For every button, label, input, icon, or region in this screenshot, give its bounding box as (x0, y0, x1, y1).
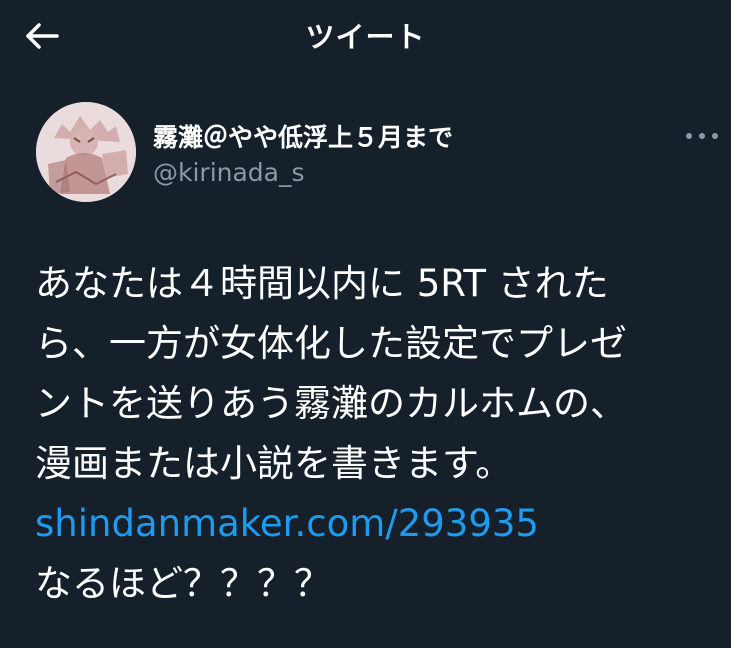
avatar[interactable] (36, 102, 136, 202)
more-options-button[interactable] (682, 124, 722, 148)
more-horizontal-icon (686, 133, 718, 139)
tweet-text-line: ら、一方が女体化した設定でプレゼ (35, 322, 627, 365)
tweet-text-line: なるほど？？？？ (35, 562, 331, 605)
top-bar: ツイート (0, 0, 731, 72)
tweet-text-line: あなたは４時間以内に 5RT された (35, 262, 609, 305)
tweet-text-line: ントを送りあう霧灘のカルホムの、 (35, 382, 627, 425)
user-handle[interactable]: @kirinada_s (153, 158, 305, 187)
tweet-text-line: 漫画または小説を書きます。 (35, 442, 513, 485)
avatar-image (36, 102, 136, 202)
page-title: ツイート (305, 20, 426, 54)
display-name[interactable]: 霧灘＠やや低浮上５月まで (153, 118, 453, 154)
tweet-link[interactable]: shindanmaker.com/293935 (35, 494, 725, 554)
tweet-text: あなたは４時間以内に 5RT された ら、一方が女体化した設定でプレゼ ントを送… (35, 254, 725, 614)
